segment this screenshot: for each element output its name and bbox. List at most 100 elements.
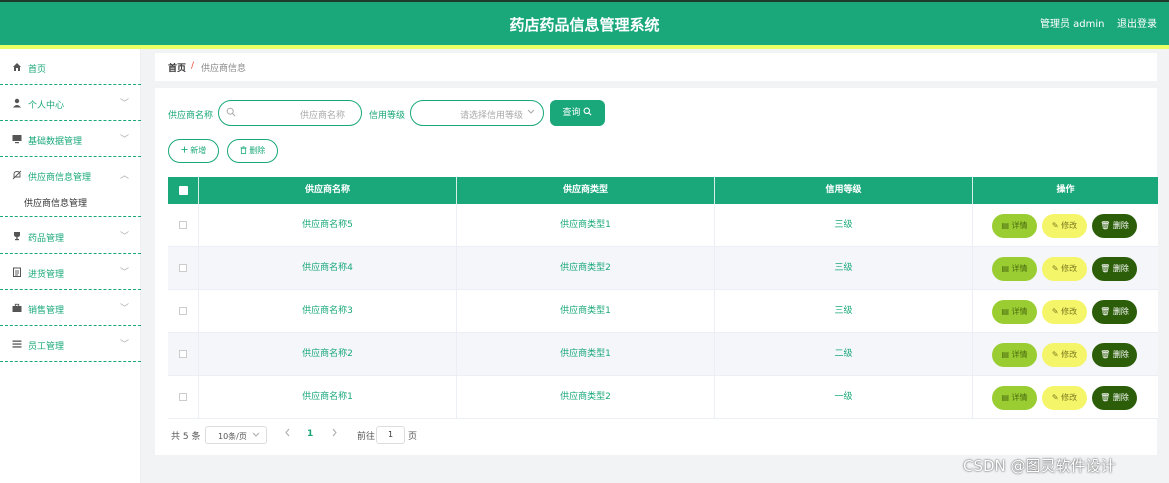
trash-icon: 🗑 [1100,307,1111,316]
delete-button[interactable]: 🗑 删除 [1092,386,1137,410]
document-icon: ▤ [1001,307,1009,316]
breadcrumb-separator: / [191,61,195,71]
detail-button-label: 详情 [1011,264,1028,273]
cell-credit-level: 三级 [715,290,973,333]
cell-supplier-type: 供应商类型1 [457,333,715,376]
trash-icon: 🗑 [1100,264,1111,273]
delete-button[interactable]: 🗑 删除 [1092,343,1137,367]
trash-icon [240,146,250,155]
chevron-down-icon [252,430,260,440]
chevron-up-icon: ︿ [120,171,130,181]
select-all-checkbox[interactable] [179,186,188,195]
cell-supplier-name: 供应商名称4 [199,247,457,290]
row-checkbox[interactable] [179,264,187,272]
sidebar-item-label: 首页 [28,65,47,75]
breadcrumb-home-link[interactable]: 首页 [168,61,186,74]
goto-page-input[interactable]: 1 [376,426,405,444]
sidebar-item-sales-management[interactable]: 销售管理 ﹀ [0,290,141,326]
credit-level-placeholder: 请选择信用等级 [459,111,523,121]
sidebar-item-staff-management[interactable]: 员工管理 ﹀ [0,326,141,362]
supplier-name-label: 供应商名称 [168,111,214,121]
detail-button-label: 详情 [1011,393,1028,402]
next-page-button[interactable] [331,428,338,440]
sidebar-item-label: 药品管理 [28,234,65,244]
app-title: 药店药品信息管理系统 [509,16,660,34]
edit-button[interactable]: ✎ 修改 [1042,343,1087,367]
edit-button[interactable]: ✎ 修改 [1042,214,1087,238]
sidebar-subitem-supplier-info[interactable]: 供应商信息管理 [0,185,141,217]
query-button-label: 查询 [562,108,581,118]
row-checkbox[interactable] [179,350,187,358]
row-checkbox[interactable] [179,221,187,229]
goto-page-suffix: 页 [408,432,418,442]
user-icon [12,98,22,108]
document-icon: ▤ [1001,264,1009,273]
search-icon [226,107,236,120]
add-button[interactable]: 新增 [168,139,219,163]
sidebar-item-drug-management[interactable]: 药品管理 ﹀ [0,218,141,254]
edit-button[interactable]: ✎ 修改 [1042,300,1087,324]
detail-button[interactable]: ▤ 详情 [992,343,1037,367]
sidebar-item-purchase-management[interactable]: 进货管理 ﹀ [0,254,141,290]
detail-button-label: 详情 [1011,307,1028,316]
page-number-current[interactable]: 1 [307,429,313,439]
edit-button-label: 修改 [1061,264,1078,273]
bell-off-icon [12,170,22,180]
cell-supplier-type: 供应商类型1 [457,204,715,247]
detail-button[interactable]: ▤ 详情 [992,257,1037,281]
plus-icon [181,146,191,155]
supplier-name-input[interactable]: 供应商名称 [218,100,362,126]
sidebar-item-label: 销售管理 [28,306,65,316]
chevron-left-icon [285,428,290,437]
row-checkbox-cell [168,290,199,333]
row-checkbox[interactable] [179,307,187,315]
edit-button[interactable]: ✎ 修改 [1042,257,1087,281]
pagination-total: 共 5 条 [171,432,201,442]
detail-button[interactable]: ▤ 详情 [992,300,1037,324]
query-button[interactable]: 查询 [550,100,605,126]
table-row: 供应商名称3 供应商类型1 三级 ▤ 详情 ✎ 修改 🗑 删除 [168,290,1158,333]
credit-level-select[interactable]: 请选择信用等级 [410,100,544,126]
delete-button[interactable]: 🗑 删除 [1092,214,1137,238]
sidebar-item-basic-data[interactable]: 基础数据管理 ﹀ [0,121,141,157]
row-checkbox-cell [168,333,199,376]
delete-button[interactable]: 🗑 删除 [1092,300,1137,324]
delete-button-label: 删除 [1112,221,1129,230]
detail-button[interactable]: ▤ 详情 [992,214,1037,238]
cell-credit-level: 一级 [715,376,973,419]
row-checkbox-cell [168,376,199,419]
detail-button-label: 详情 [1011,221,1028,230]
edit-button-label: 修改 [1061,350,1078,359]
sidebar-item-label: 进货管理 [28,270,65,280]
detail-button[interactable]: ▤ 详情 [992,386,1037,410]
delete-button-label: 删除 [1112,393,1129,402]
edit-button-label: 修改 [1061,221,1078,230]
batch-delete-label: 删除 [249,146,266,155]
sidebar-item-home[interactable]: 首页 [0,49,141,85]
cell-credit-level: 三级 [715,247,973,290]
delete-button-label: 删除 [1112,264,1129,273]
search-icon [583,107,592,118]
trash-icon: 🗑 [1100,350,1111,359]
cell-supplier-name: 供应商名称2 [199,333,457,376]
cell-supplier-name: 供应商名称3 [199,290,457,333]
row-checkbox[interactable] [179,393,187,401]
delete-button[interactable]: 🗑 删除 [1092,257,1137,281]
sidebar-item-label: 供应商信息管理 [28,173,92,183]
batch-delete-button[interactable]: 删除 [227,139,278,163]
prev-page-button[interactable] [284,428,291,440]
sidebar-subitem-label: 供应商信息管理 [24,199,88,209]
delete-button-label: 删除 [1112,307,1129,316]
cell-supplier-name: 供应商名称1 [199,376,457,419]
edit-button[interactable]: ✎ 修改 [1042,386,1087,410]
sidebar-item-personal-center[interactable]: 个人中心 ﹀ [0,85,141,121]
delete-button-label: 删除 [1112,350,1129,359]
briefcase-icon [12,303,22,313]
pencil-icon: ✎ [1051,307,1059,316]
page-size-select[interactable]: 10条/页 [205,426,267,444]
header-checkbox-cell [168,177,199,204]
page-size-value: 10条/页 [218,432,247,441]
pencil-icon: ✎ [1051,264,1059,273]
trash-icon: 🗑 [1100,393,1111,402]
logout-link[interactable]: 退出登录 [1117,15,1157,30]
